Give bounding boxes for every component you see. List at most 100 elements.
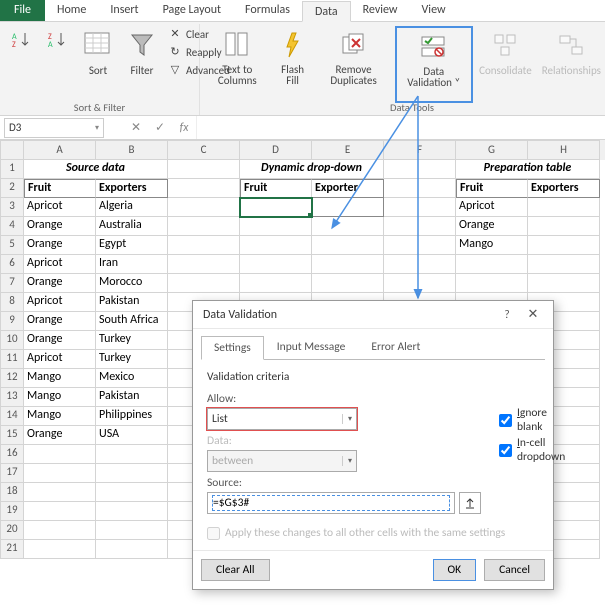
cell[interactable]: Egypt [96,236,168,255]
cell[interactable] [384,274,456,293]
cell[interactable]: Turkey [96,350,168,369]
cell[interactable]: Orange [24,426,96,445]
cell[interactable]: Exporters [96,179,168,198]
cell[interactable] [168,217,240,236]
cell[interactable] [96,445,168,464]
cell[interactable]: Pakistan [96,388,168,407]
col-F[interactable]: F [384,140,456,160]
row-header[interactable]: 12 [0,369,24,388]
row-header[interactable]: 15 [0,426,24,445]
row-header[interactable]: 2 [0,179,24,198]
cell[interactable] [24,540,96,559]
col-G[interactable]: G [456,140,528,160]
consolidate-button[interactable]: Consolidate [475,26,536,103]
cell[interactable] [240,255,312,274]
cancel-formula-button[interactable]: ✕ [124,120,148,135]
row-header[interactable]: 18 [0,483,24,502]
row-header[interactable]: 4 [0,217,24,236]
ignore-blank-input[interactable] [499,414,512,427]
help-button[interactable]: ? [495,308,519,322]
cell[interactable]: Orange [24,236,96,255]
cell[interactable] [240,198,312,217]
cell[interactable]: Mango [24,407,96,426]
range-picker-button[interactable] [459,492,481,514]
cell[interactable] [24,483,96,502]
cell[interactable] [384,198,456,217]
col-H[interactable]: H [528,140,600,160]
cell[interactable] [384,217,456,236]
cell[interactable]: Apricot [24,255,96,274]
tab-home[interactable]: Home [45,0,98,21]
cell[interactable]: Exporters [528,179,600,198]
cell[interactable]: Fruit [240,179,312,198]
cell[interactable]: Fruit [456,179,528,198]
tab-settings[interactable]: Settings [201,336,264,360]
cell[interactable] [312,236,384,255]
cancel-button[interactable]: Cancel [484,559,545,581]
row-header[interactable]: 13 [0,388,24,407]
cell[interactable]: Orange [24,217,96,236]
cell[interactable]: Exporter [312,179,384,198]
cell[interactable] [24,464,96,483]
cell[interactable] [240,217,312,236]
cell[interactable] [384,255,456,274]
row-header[interactable]: 6 [0,255,24,274]
cell[interactable]: Mexico [96,369,168,388]
cell[interactable] [24,445,96,464]
row-header[interactable]: 9 [0,312,24,331]
cell[interactable] [96,464,168,483]
text-to-columns-button[interactable]: Text to Columns [204,26,271,103]
cell[interactable] [456,255,528,274]
row-header[interactable]: 8 [0,293,24,312]
cell[interactable]: Mango [24,388,96,407]
row-header[interactable]: 17 [0,464,24,483]
cell[interactable]: South Africa [96,312,168,331]
cell[interactable] [312,274,384,293]
ignore-blank-checkbox[interactable]: IIgnore blankgnore blank [499,406,565,434]
cell[interactable] [312,198,384,217]
cell[interactable]: Orange [24,312,96,331]
remove-duplicates-button[interactable]: Remove Duplicates [315,26,393,103]
dialog-titlebar[interactable]: Data Validation ? ✕ [193,301,553,329]
cell[interactable]: Apricot [456,198,528,217]
tab-input-message[interactable]: Input Message [264,335,359,359]
row-header[interactable]: 14 [0,407,24,426]
cell[interactable]: Orange [24,274,96,293]
row-header[interactable]: 16 [0,445,24,464]
cell[interactable] [24,502,96,521]
cell[interactable]: Iran [96,255,168,274]
cell[interactable]: Preparation table [456,160,600,179]
tab-page-layout[interactable]: Page Layout [151,0,233,21]
cell[interactable] [240,236,312,255]
sort-asc-button[interactable]: AZ [6,26,38,54]
cell[interactable] [96,540,168,559]
flash-fill-button[interactable]: Flash Fill [273,26,313,103]
cell[interactable]: Fruit [24,179,96,198]
cell[interactable] [528,274,600,293]
cell[interactable] [528,236,600,255]
sort-desc-button[interactable]: ZA [42,26,74,54]
cell[interactable]: USA [96,426,168,445]
cell[interactable] [456,274,528,293]
cell[interactable] [528,217,600,236]
row-header[interactable]: 11 [0,350,24,369]
close-button[interactable]: ✕ [519,307,547,322]
row-header[interactable]: 19 [0,502,24,521]
cell[interactable] [168,179,240,198]
tab-formulas[interactable]: Formulas [233,0,302,21]
relationships-button[interactable]: Relationships [538,26,605,103]
cell[interactable]: Australia [96,217,168,236]
cell[interactable]: Source data [24,160,168,179]
cell[interactable] [384,236,456,255]
col-B[interactable]: B [96,140,168,160]
cell[interactable] [528,255,600,274]
sort-button[interactable]: Sort [78,26,118,79]
name-box[interactable]: D3 [4,118,104,138]
cell[interactable]: Apricot [24,198,96,217]
cell[interactable] [168,274,240,293]
col-A[interactable]: A [24,140,96,160]
fill-handle[interactable] [308,213,312,217]
cell[interactable]: Morocco [96,274,168,293]
cell[interactable] [528,198,600,217]
row-header[interactable]: 5 [0,236,24,255]
